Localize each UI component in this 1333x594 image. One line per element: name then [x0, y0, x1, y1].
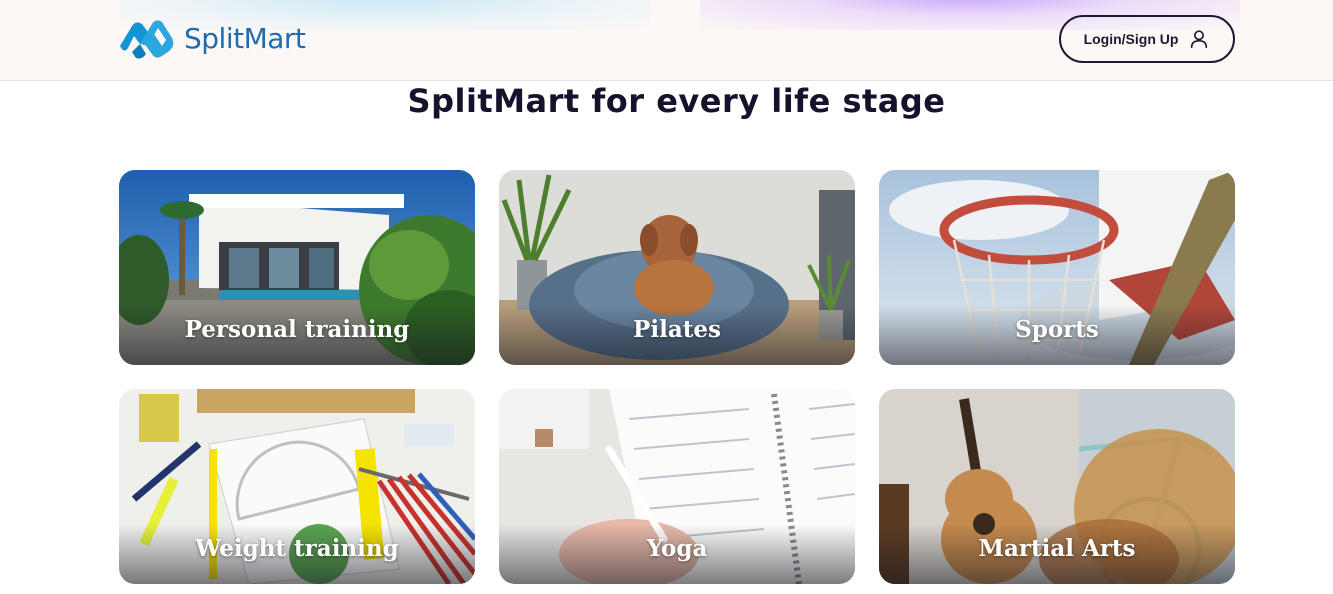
card-label: Personal training	[184, 316, 410, 343]
user-icon	[1191, 30, 1208, 49]
brand-name: SplitMart	[184, 21, 306, 55]
card-yoga[interactable]: Yoga	[499, 389, 855, 584]
login-signup-label: Login/Sign Up	[1083, 31, 1179, 47]
section-title: SplitMart for every life stage	[407, 82, 946, 120]
card-label: Pilates	[633, 316, 721, 343]
card-pilates[interactable]: Pilates	[499, 170, 855, 365]
card-weight-training[interactable]: Weight training	[119, 389, 475, 584]
login-signup-button[interactable]: Login/Sign Up	[1059, 15, 1235, 63]
card-sports[interactable]: Sports	[879, 170, 1235, 365]
splitmart-logo-icon	[120, 20, 174, 59]
card-martial-arts[interactable]: Martial Arts	[879, 389, 1235, 584]
card-label: Yoga	[646, 535, 708, 562]
card-label: Weight training	[195, 535, 399, 562]
card-label: Sports	[1015, 316, 1099, 343]
card-label: Martial Arts	[978, 535, 1136, 562]
brand-logo[interactable]: SplitMart	[118, 16, 306, 60]
card-personal-training[interactable]: Personal training	[119, 170, 475, 365]
site-header: SplitMart Login/Sign Up	[0, 0, 1333, 81]
